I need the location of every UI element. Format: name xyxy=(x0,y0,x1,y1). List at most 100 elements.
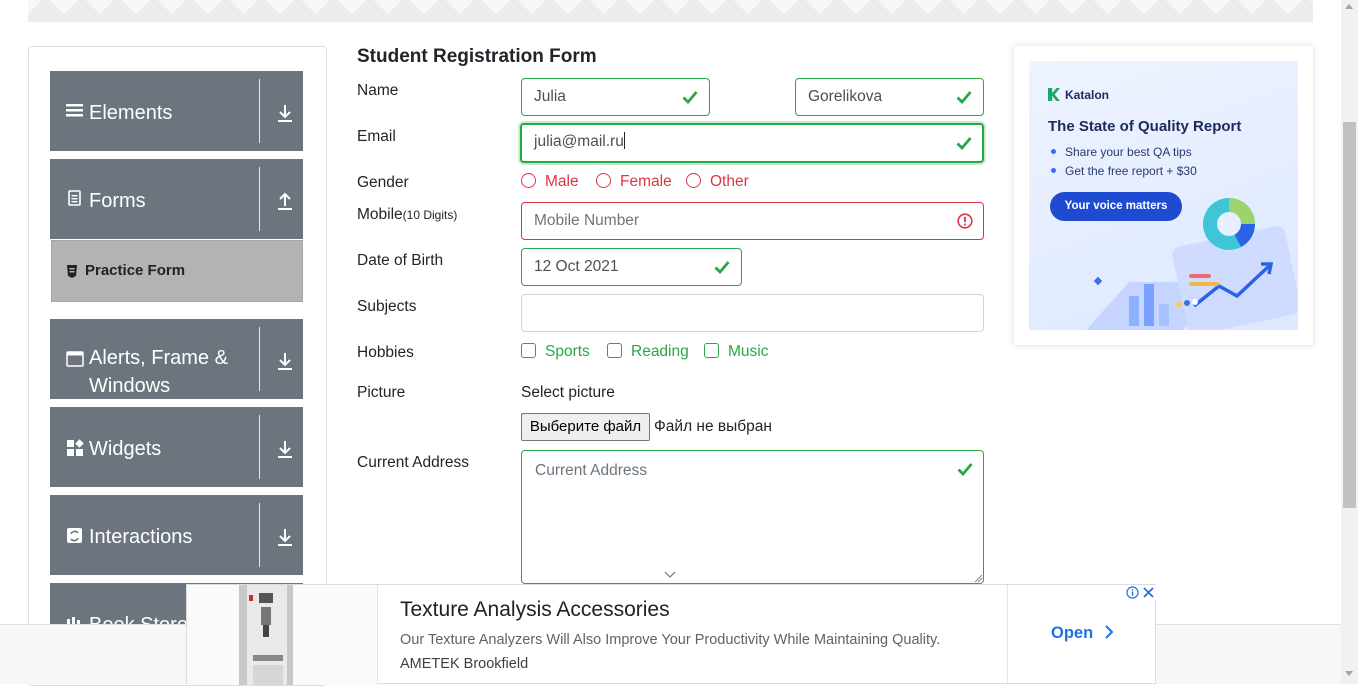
checkbox-label: Sports xyxy=(545,343,590,360)
sidebar-item-practice-form[interactable]: Practice Form xyxy=(51,240,303,302)
chevron-down-icon xyxy=(664,571,676,578)
ad-banner[interactable]: Katalon The State of Quality Report Shar… xyxy=(1029,61,1298,330)
ad-bullet: Share your best QA tips xyxy=(1051,145,1192,159)
checkbox xyxy=(607,343,622,358)
ad-open-button[interactable]: Open xyxy=(1051,624,1114,643)
katalon-ad[interactable]: Katalon The State of Quality Report Shar… xyxy=(1014,46,1313,345)
open-label: Open xyxy=(1051,624,1094,642)
checkbox xyxy=(521,343,536,358)
picture-prompt: Select picture xyxy=(521,384,615,401)
date-of-birth-input[interactable]: 12 Oct 2021 xyxy=(521,248,742,286)
mobile-input[interactable]: Mobile Number xyxy=(521,202,984,240)
hobbies-label: Hobbies xyxy=(357,344,414,361)
download-arrow-icon xyxy=(278,529,292,546)
sidebar-group-alerts[interactable]: Alerts, Frame & Windows xyxy=(50,319,303,399)
mobile-placeholder: Mobile Number xyxy=(534,212,640,229)
address-label: Current Address xyxy=(357,454,469,471)
gender-radio-female[interactable]: Female xyxy=(596,173,672,193)
scroll-up-icon[interactable] xyxy=(1345,4,1353,9)
page-scrollbar[interactable] xyxy=(1341,0,1358,684)
sidebar-group-label: Elements xyxy=(89,102,173,124)
refresh-icon xyxy=(67,528,82,543)
close-icon[interactable] xyxy=(1142,586,1155,599)
radio-label: Female xyxy=(620,173,672,190)
checkbox-label: Music xyxy=(728,343,769,360)
checkbox xyxy=(704,343,719,358)
subjects-input[interactable] xyxy=(521,294,984,332)
ad-heading: The State of Quality Report xyxy=(1048,118,1242,135)
ad-description: Our Texture Analyzers Will Also Improve … xyxy=(400,632,941,648)
gender-label: Gender xyxy=(357,174,409,191)
picture-label: Picture xyxy=(357,384,406,401)
mobile-label-text: Mobile xyxy=(357,206,403,223)
divider xyxy=(259,415,260,479)
ad-open-area[interactable]: Open xyxy=(1007,585,1156,685)
bottom-ad[interactable]: Texture Analysis Accessories Our Texture… xyxy=(186,584,1156,685)
ad-title[interactable]: Texture Analysis Accessories xyxy=(400,598,670,622)
katalon-k-icon xyxy=(1048,88,1060,101)
download-arrow-icon xyxy=(278,105,292,122)
page-title: Student Registration Form xyxy=(357,46,597,67)
hobby-checkbox-music[interactable]: Music xyxy=(704,343,768,363)
html-icon xyxy=(67,265,77,278)
radio-label: Male xyxy=(545,173,579,190)
chevron-right-icon xyxy=(1105,625,1114,639)
last-name-value: Gorelikova xyxy=(808,88,883,105)
sidebar-group-label: Alerts, Frame & Windows xyxy=(89,347,228,397)
upload-arrow-icon xyxy=(278,192,292,210)
checkmark-icon xyxy=(957,463,973,476)
sidebar-group-label: Widgets xyxy=(89,438,162,460)
text-cursor xyxy=(623,132,625,149)
window-icon xyxy=(66,351,84,367)
download-arrow-icon xyxy=(278,441,292,458)
sidebar-group-elements[interactable]: Elements xyxy=(50,71,303,151)
scroll-down-icon[interactable] xyxy=(1345,671,1353,676)
sidebar-group-label: Interactions xyxy=(89,526,193,548)
email-value: julia@mail.ru xyxy=(534,133,624,150)
hamburger-icon xyxy=(66,104,83,117)
dob-value: 12 Oct 2021 xyxy=(534,258,619,275)
checkbox-label: Reading xyxy=(631,343,689,360)
ad-choices[interactable] xyxy=(1126,585,1156,600)
name-label: Name xyxy=(357,82,399,99)
ad-advertiser: AMETEK Brookfield xyxy=(400,656,529,672)
divider xyxy=(259,167,260,231)
gender-radio-male[interactable]: Male xyxy=(521,173,579,193)
resize-handle-icon[interactable] xyxy=(973,573,983,583)
email-input[interactable]: julia@mail.ru xyxy=(520,123,984,163)
radio-label: Other xyxy=(710,173,749,190)
mobile-hint: (10 Digits) xyxy=(402,208,458,222)
dashboard-illustration-icon xyxy=(1086,198,1298,330)
current-address-textarea[interactable]: Current Address xyxy=(521,450,984,584)
texture-analyzer-icon xyxy=(239,585,293,685)
radio-circle xyxy=(686,173,701,188)
checkmark-icon xyxy=(956,137,972,150)
hobby-checkbox-reading[interactable]: Reading xyxy=(607,343,689,363)
sidebar-group-widgets[interactable]: Widgets xyxy=(50,407,303,487)
dob-label: Date of Birth xyxy=(357,252,444,269)
address-placeholder: Current Address xyxy=(535,462,647,479)
divider xyxy=(259,503,260,567)
ad-product-image xyxy=(187,585,378,685)
choose-file-button[interactable]: Выберите файл xyxy=(521,413,650,441)
sidebar-group-interactions[interactable]: Interactions xyxy=(50,495,303,575)
info-icon[interactable] xyxy=(1126,586,1139,599)
sidebar-item-label: Practice Form xyxy=(85,262,186,279)
sidebar-group-forms[interactable]: Forms xyxy=(50,159,303,239)
gender-radio-other[interactable]: Other xyxy=(686,173,749,193)
document-icon xyxy=(68,190,81,206)
checkmark-icon xyxy=(714,261,730,274)
sidebar-group-label: Forms xyxy=(89,190,146,212)
ad-bullet: Get the free report + $30 xyxy=(1051,164,1197,178)
radio-circle xyxy=(521,173,536,188)
katalon-logo: Katalon xyxy=(1048,88,1109,102)
divider xyxy=(259,327,260,391)
scrollbar-thumb[interactable] xyxy=(1343,122,1356,508)
hobby-checkbox-sports[interactable]: Sports xyxy=(521,343,590,363)
mobile-label: Mobile(10 Digits) xyxy=(357,206,457,224)
brand-name: Katalon xyxy=(1065,88,1110,102)
checkmark-icon xyxy=(682,91,698,104)
subjects-label: Subjects xyxy=(357,298,417,315)
checkmark-icon xyxy=(956,91,972,104)
error-icon xyxy=(957,213,973,229)
